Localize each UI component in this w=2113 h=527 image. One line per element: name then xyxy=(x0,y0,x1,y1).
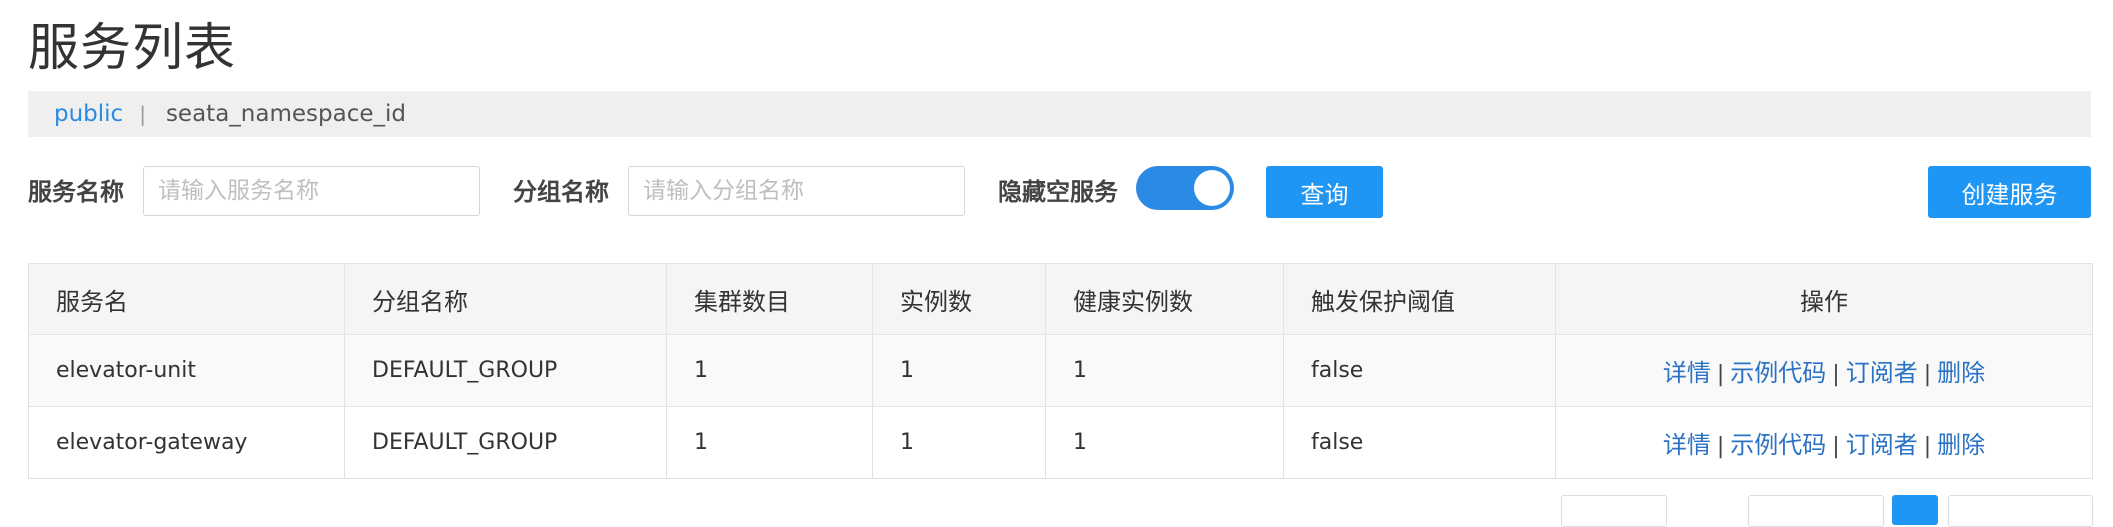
switch-knob xyxy=(1194,170,1230,206)
cell-instance-count: 1 xyxy=(872,334,1046,407)
query-button[interactable]: 查询 xyxy=(1266,166,1383,218)
header-cluster-count: 集群数目 xyxy=(666,263,873,335)
page-title: 服务列表 xyxy=(28,19,237,78)
page-size-select[interactable] xyxy=(1561,495,1667,527)
cell-healthy-count: 1 xyxy=(1045,406,1284,479)
action-separator: | xyxy=(1923,362,1932,387)
group-name-label: 分组名称 xyxy=(513,178,609,206)
action-separator: | xyxy=(1923,434,1932,459)
table-row: elevator-unit DEFAULT_GROUP 1 1 1 false … xyxy=(28,334,2093,407)
search-toolbar: 服务名称 分组名称 隐藏空服务 查询 创建服务 xyxy=(28,164,2091,220)
action-separator: | xyxy=(1832,362,1840,387)
delete-link[interactable]: 删除 xyxy=(1937,431,1985,459)
pagination xyxy=(0,495,2113,527)
cell-protect-threshold: false xyxy=(1283,406,1556,479)
namespace-seata[interactable]: seata_namespace_id xyxy=(166,101,406,127)
subscribers-link[interactable]: 订阅者 xyxy=(1846,359,1918,387)
cell-healthy-count: 1 xyxy=(1045,334,1284,407)
namespace-public[interactable]: public xyxy=(54,101,123,127)
cell-group-name: DEFAULT_GROUP xyxy=(344,334,667,407)
detail-link[interactable]: 详情 xyxy=(1663,359,1711,387)
cell-service-name: elevator-unit xyxy=(28,334,345,407)
cell-group-name: DEFAULT_GROUP xyxy=(344,406,667,479)
header-instance-count: 实例数 xyxy=(872,263,1046,335)
header-healthy-count: 健康实例数 xyxy=(1045,263,1284,335)
namespace-separator: | xyxy=(139,102,146,126)
action-separator: | xyxy=(1716,362,1725,387)
table-header-row: 服务名 分组名称 集群数目 实例数 健康实例数 触发保护阈值 操作 xyxy=(28,263,2093,335)
sample-code-link[interactable]: 示例代码 xyxy=(1730,431,1826,459)
cell-operations: 详情 | 示例代码 | 订阅者 | 删除 xyxy=(1555,406,2093,479)
cell-cluster-count: 1 xyxy=(666,334,873,407)
sample-code-link[interactable]: 示例代码 xyxy=(1730,359,1826,387)
current-page-button[interactable] xyxy=(1892,495,1938,525)
service-name-label: 服务名称 xyxy=(28,178,124,206)
header-operations: 操作 xyxy=(1555,263,2093,335)
hide-empty-switch[interactable] xyxy=(1136,166,1234,210)
header-group-name: 分组名称 xyxy=(344,263,667,335)
hide-empty-label: 隐藏空服务 xyxy=(998,178,1118,206)
header-protect-threshold: 触发保护阈值 xyxy=(1283,263,1556,335)
table-row: elevator-gateway DEFAULT_GROUP 1 1 1 fal… xyxy=(28,406,2093,479)
action-separator: | xyxy=(1832,434,1840,459)
cell-instance-count: 1 xyxy=(872,406,1046,479)
create-service-button[interactable]: 创建服务 xyxy=(1928,166,2091,218)
service-name-input[interactable] xyxy=(143,166,480,216)
prev-page-button[interactable] xyxy=(1748,495,1884,527)
subscribers-link[interactable]: 订阅者 xyxy=(1846,431,1918,459)
action-separator: | xyxy=(1716,434,1725,459)
header-service-name: 服务名 xyxy=(28,263,345,335)
namespace-bar: public | seata_namespace_id xyxy=(28,91,2091,137)
cell-service-name: elevator-gateway xyxy=(28,406,345,479)
next-page-button[interactable] xyxy=(1948,495,2093,527)
group-name-input[interactable] xyxy=(628,166,965,216)
detail-link[interactable]: 详情 xyxy=(1663,431,1711,459)
cell-cluster-count: 1 xyxy=(666,406,873,479)
delete-link[interactable]: 删除 xyxy=(1937,359,1985,387)
cell-protect-threshold: false xyxy=(1283,334,1556,407)
cell-operations: 详情 | 示例代码 | 订阅者 | 删除 xyxy=(1555,334,2093,407)
service-table: 服务名 分组名称 集群数目 实例数 健康实例数 触发保护阈值 操作 elevat… xyxy=(28,263,2093,479)
